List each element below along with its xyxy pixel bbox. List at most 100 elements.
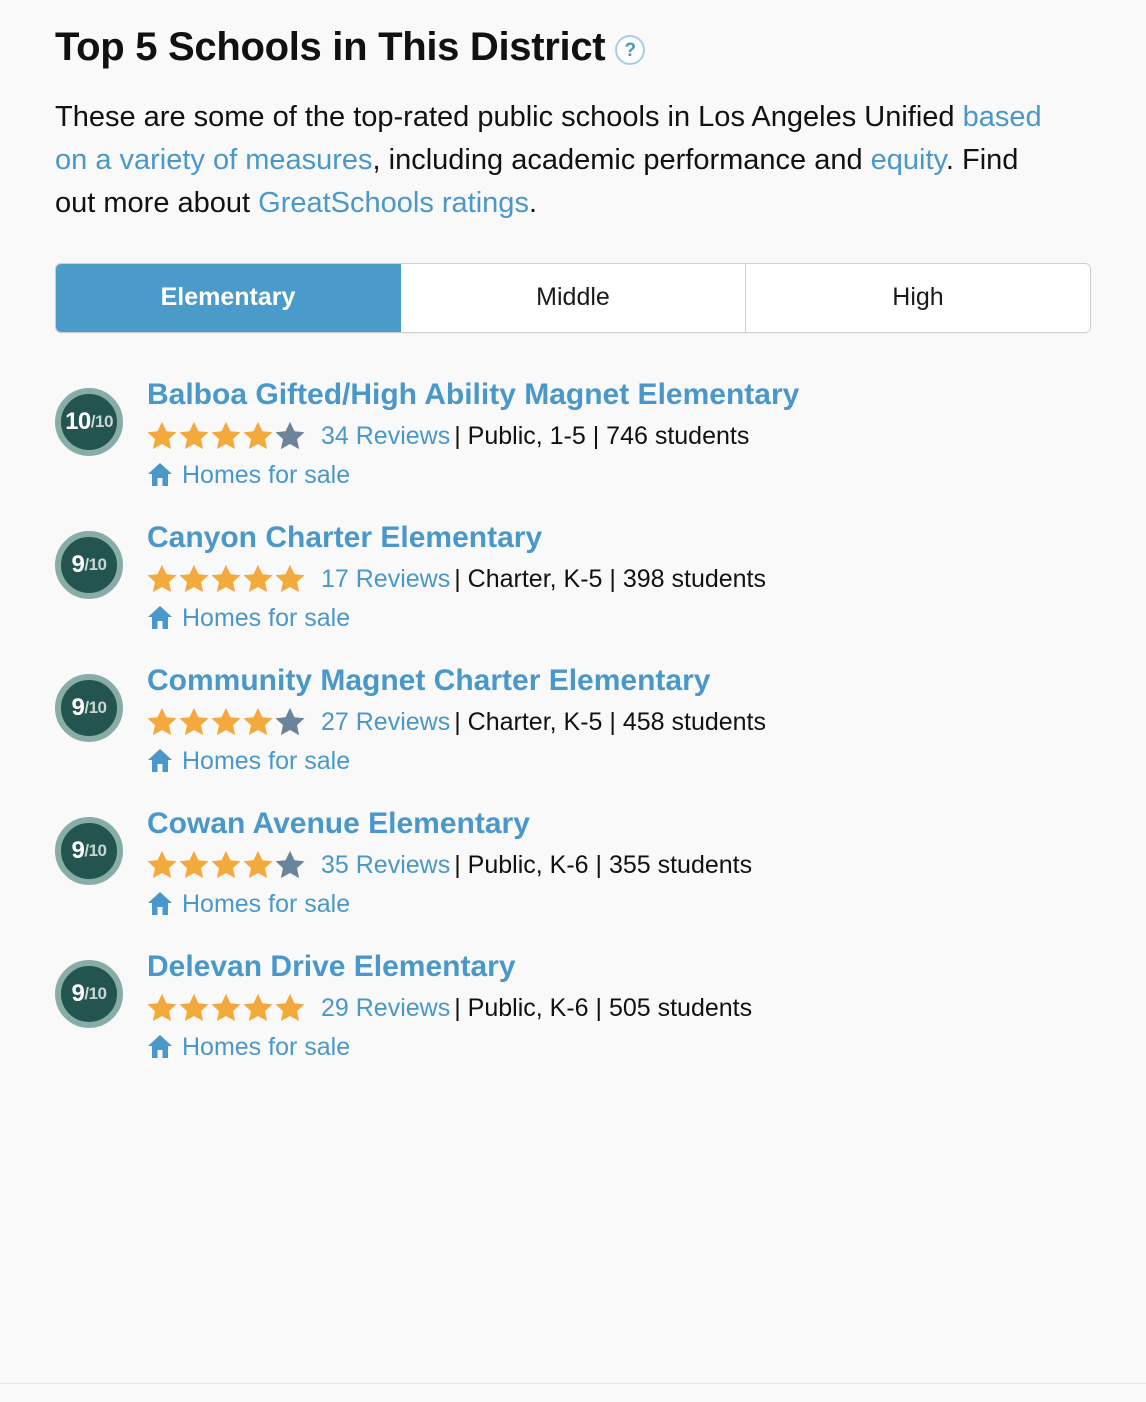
school-name-link[interactable]: Cowan Avenue Elementary	[147, 806, 1106, 842]
school-info: Canyon Charter Elementary 17 Reviews | Cha…	[147, 520, 1106, 633]
star-filled-icon	[179, 565, 209, 593]
reviews-link[interactable]: 34 Reviews	[321, 421, 450, 451]
star-filled-icon	[275, 565, 305, 593]
school-list-item: 9/10 Cowan Avenue Elementary 35 Reviews | P…	[0, 806, 1146, 919]
panel-header: Top 5 Schools in This District ?	[0, 0, 1146, 70]
tab-middle[interactable]: Middle	[401, 263, 746, 332]
equity-link[interactable]: equity	[871, 144, 946, 176]
rating-outof: /10	[84, 555, 107, 575]
star-filled-icon	[211, 708, 241, 736]
school-meta-row: 17 Reviews | Charter, K-5 | 398 students	[147, 564, 1106, 594]
star-rating	[147, 421, 307, 450]
reviews-link[interactable]: 35 Reviews	[321, 850, 450, 880]
star-filled-icon	[179, 994, 209, 1022]
tab-elementary[interactable]: Elementary	[56, 263, 401, 332]
school-info: Balboa Gifted/High Ability Magnet Elemen…	[147, 377, 1106, 490]
star-empty-icon	[275, 422, 305, 450]
rating-badge[interactable]: 9/10	[55, 673, 123, 742]
rating-badge[interactable]: 9/10	[55, 530, 123, 599]
school-meta-row: 27 Reviews | Charter, K-5 | 458 students	[147, 707, 1106, 737]
page-title: Top 5 Schools in This District	[55, 25, 606, 69]
school-name-link[interactable]: Community Magnet Charter Elementary	[147, 663, 1106, 699]
school-list-item: 9/10 Delevan Drive Elementary 29 Reviews | …	[0, 949, 1146, 1062]
school-type-grades-students: | Public, K-6 | 355 students	[454, 850, 753, 879]
school-type-grades-students: | Public, 1-5 | 746 students	[454, 421, 750, 450]
school-type-grades-students: | Public, K-6 | 505 students	[454, 993, 753, 1022]
rating-score: 9	[71, 979, 85, 1007]
star-filled-icon	[243, 565, 273, 593]
school-name-link[interactable]: Delevan Drive Elementary	[147, 949, 1106, 985]
homes-for-sale-link[interactable]: Homes for sale	[182, 746, 350, 776]
school-type-grades-students: | Charter, K-5 | 398 students	[454, 564, 767, 593]
homes-for-sale-row: Homes for sale	[147, 603, 1106, 633]
description-text-4: .	[528, 186, 538, 219]
homes-for-sale-row: Homes for sale	[147, 889, 1106, 919]
description-text-2: , including academic performance and	[372, 143, 871, 176]
homes-for-sale-row: Homes for sale	[147, 746, 1106, 776]
rating-outof: /10	[84, 984, 107, 1004]
star-empty-icon	[275, 708, 305, 736]
reviews-link[interactable]: 17 Reviews	[321, 564, 450, 594]
star-filled-icon	[243, 708, 273, 736]
star-rating	[147, 850, 307, 879]
rating-badge[interactable]: 9/10	[55, 816, 123, 885]
reviews-link[interactable]: 27 Reviews	[321, 707, 450, 737]
star-rating	[147, 993, 307, 1022]
star-filled-icon	[179, 422, 209, 450]
star-empty-icon	[275, 851, 305, 879]
tab-high[interactable]: High	[746, 263, 1090, 332]
school-info: Delevan Drive Elementary 29 Reviews | Publ…	[147, 949, 1106, 1062]
star-filled-icon	[243, 994, 273, 1022]
tabs-group: Elementary Middle High	[55, 262, 1091, 333]
school-list-item: 10/10 Balboa Gifted/High Ability Magnet E…	[0, 377, 1146, 490]
reviews-link[interactable]: 29 Reviews	[321, 993, 450, 1023]
star-filled-icon	[243, 851, 273, 879]
home-icon	[148, 606, 172, 630]
rating-score: 9	[71, 836, 85, 864]
greatschools-ratings-link[interactable]: GreatSchools ratings	[258, 187, 529, 219]
homes-for-sale-link[interactable]: Homes for sale	[182, 1032, 350, 1062]
rating-outof: /10	[84, 698, 107, 718]
school-name-link[interactable]: Canyon Charter Elementary	[147, 520, 1106, 556]
star-rating	[147, 707, 307, 736]
homes-for-sale-link[interactable]: Homes for sale	[182, 460, 350, 490]
school-meta-row: 34 Reviews | Public, 1-5 | 746 students	[147, 421, 1106, 451]
homes-for-sale-row: Homes for sale	[147, 1032, 1106, 1062]
panel-description: These are some of the top-rated public s…	[0, 96, 1146, 225]
star-filled-icon	[147, 565, 177, 593]
rating-outof: /10	[84, 841, 107, 861]
rating-score: 10	[65, 407, 91, 435]
school-list: 10/10 Balboa Gifted/High Ability Magnet E…	[0, 333, 1146, 1062]
star-filled-icon	[211, 422, 241, 450]
rating-badge[interactable]: 10/10	[55, 387, 123, 456]
school-meta-row: 35 Reviews | Public, K-6 | 355 students	[147, 850, 1106, 880]
home-icon	[148, 1035, 172, 1059]
star-filled-icon	[275, 994, 305, 1022]
star-filled-icon	[211, 565, 241, 593]
rating-badge[interactable]: 9/10	[55, 959, 123, 1028]
school-info: Cowan Avenue Elementary 35 Reviews | Publi…	[147, 806, 1106, 919]
bottom-divider	[0, 1383, 1146, 1384]
homes-for-sale-link[interactable]: Homes for sale	[182, 603, 350, 633]
star-filled-icon	[179, 708, 209, 736]
home-icon	[148, 749, 172, 773]
star-rating	[147, 564, 307, 593]
school-list-item: 9/10 Community Magnet Charter Elementary 2…	[0, 663, 1146, 776]
star-filled-icon	[147, 708, 177, 736]
school-level-tabs: Elementary Middle High	[0, 262, 1146, 333]
school-name-link[interactable]: Balboa Gifted/High Ability Magnet Elemen…	[147, 377, 1106, 413]
homes-for-sale-link[interactable]: Homes for sale	[182, 889, 350, 919]
top-schools-panel: Top 5 Schools in This District ? These a…	[0, 0, 1146, 1402]
school-list-item: 9/10 Canyon Charter Elementary 17 Reviews |…	[0, 520, 1146, 633]
rating-outof: /10	[90, 412, 114, 432]
question-mark-icon[interactable]: ?	[615, 35, 646, 65]
school-type-grades-students: | Charter, K-5 | 458 students	[454, 707, 767, 736]
star-filled-icon	[211, 851, 241, 879]
homes-for-sale-row: Homes for sale	[147, 460, 1106, 490]
rating-score: 9	[71, 550, 85, 578]
description-text-1: These are some of the top-rated public s…	[55, 101, 963, 133]
star-filled-icon	[147, 851, 177, 879]
star-filled-icon	[211, 994, 241, 1022]
home-icon	[148, 463, 172, 487]
rating-score: 9	[71, 693, 85, 721]
